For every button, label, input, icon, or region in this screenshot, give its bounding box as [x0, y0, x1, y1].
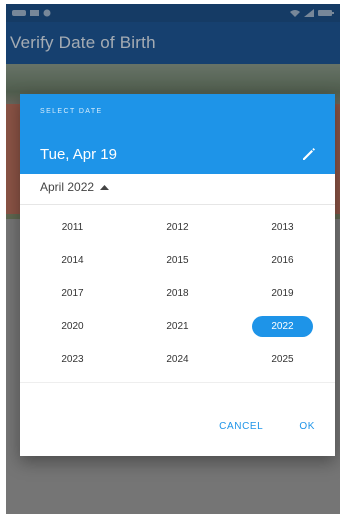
- select-date-label: SELECT DATE: [40, 108, 103, 115]
- year-option[interactable]: 2014: [20, 244, 125, 277]
- year-option[interactable]: 2023: [20, 343, 125, 376]
- ok-button[interactable]: OK: [299, 421, 315, 432]
- year-option[interactable]: 2024: [125, 343, 230, 376]
- month-year-label: April 2022: [40, 180, 95, 194]
- year-option-selected[interactable]: 2022: [230, 310, 335, 343]
- year-grid: 2011 2012 2013 2014 2015 2016 2017 2018 …: [20, 211, 335, 376]
- year-option[interactable]: 2013: [230, 211, 335, 244]
- year-option[interactable]: 2012: [125, 211, 230, 244]
- actions-divider: [20, 382, 335, 383]
- year-option[interactable]: 2020: [20, 310, 125, 343]
- selected-date-text: Tue, Apr 19: [40, 146, 117, 163]
- app-screen: Verify Date of Birth SELECT DATE Tue, Ap…: [6, 4, 340, 514]
- year-option[interactable]: 2018: [125, 277, 230, 310]
- cancel-button[interactable]: CANCEL: [219, 421, 263, 432]
- caret-up-icon: [100, 185, 110, 190]
- year-option[interactable]: 2011: [20, 211, 125, 244]
- date-picker-dialog: SELECT DATE Tue, Apr 19 April 2022 2011 …: [20, 94, 335, 456]
- year-option[interactable]: 2016: [230, 244, 335, 277]
- year-option[interactable]: 2019: [230, 277, 335, 310]
- header-divider: [20, 204, 335, 205]
- year-option[interactable]: 2021: [125, 310, 230, 343]
- date-picker-header: SELECT DATE Tue, Apr 19: [20, 94, 335, 174]
- month-year-selector[interactable]: April 2022: [40, 180, 110, 194]
- year-option[interactable]: 2017: [20, 277, 125, 310]
- pencil-icon: [303, 148, 315, 160]
- year-option[interactable]: 2015: [125, 244, 230, 277]
- year-option[interactable]: 2025: [230, 343, 335, 376]
- edit-date-button[interactable]: [299, 144, 319, 164]
- dialog-actions: CANCEL OK: [219, 421, 315, 432]
